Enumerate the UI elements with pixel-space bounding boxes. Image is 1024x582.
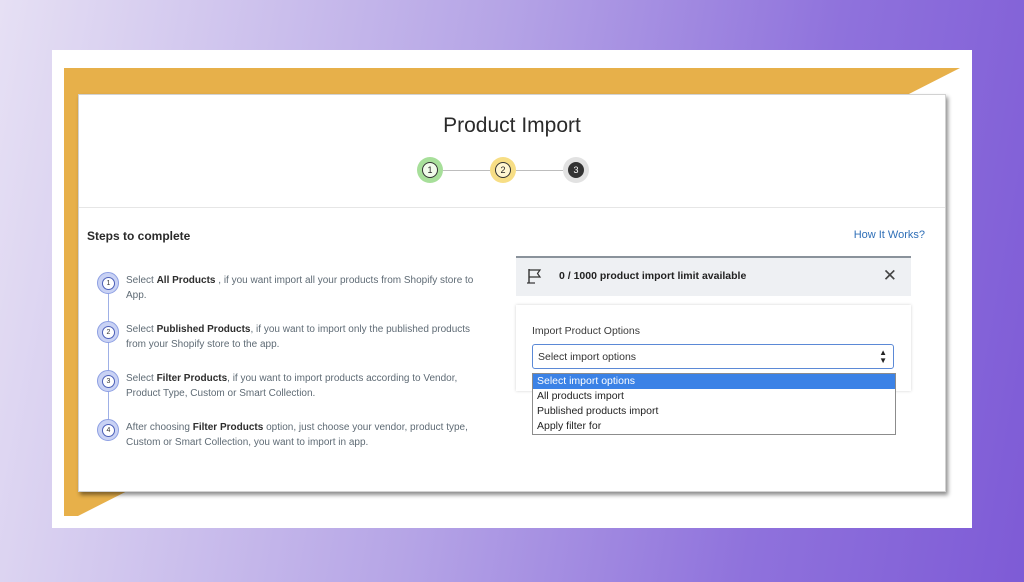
step-number-badge: 3 (97, 370, 119, 392)
dropdown-option[interactable]: Apply filter for (533, 419, 895, 434)
import-options-label: Import Product Options (532, 325, 640, 337)
stepper-step-2[interactable]: 2 (490, 157, 516, 183)
header-divider (79, 207, 945, 208)
page-title: Product Import (443, 114, 581, 137)
step-number-badge: 4 (97, 419, 119, 441)
step-text: Select All Products , if you want import… (126, 275, 474, 301)
step-text: Select Published Products, if you want t… (126, 324, 471, 350)
stepper-connector (443, 170, 490, 171)
steps-timeline-line (108, 285, 109, 435)
how-it-works-link[interactable]: How It Works? (854, 229, 925, 241)
step-number: 3 (568, 162, 584, 178)
stepper-connector (516, 170, 563, 171)
dropdown-option[interactable]: Select import options (533, 374, 895, 389)
stepper-step-3[interactable]: 3 (563, 157, 589, 183)
dropdown-option[interactable]: Published products import (533, 404, 895, 419)
step-number: 1 (422, 162, 438, 178)
screenshot-frame: Product Import 1 2 3 Steps to complete H… (52, 50, 972, 528)
stepper: 1 2 3 (417, 157, 593, 185)
step-text: After choosing Filter Products option, j… (126, 422, 468, 448)
stepper-step-1[interactable]: 1 (417, 157, 443, 183)
step-number-badge: 1 (97, 272, 119, 294)
dropdown-option[interactable]: All products import (533, 389, 895, 404)
import-limit-banner: 0 / 1000 product import limit available … (516, 256, 911, 296)
import-limit-text: 0 / 1000 product import limit available (559, 270, 747, 282)
flag-icon (527, 269, 542, 284)
select-arrows-icon: ▲ ▼ (879, 348, 887, 365)
steps-title: Steps to complete (87, 229, 191, 243)
step-text: Select Filter Products, if you want to i… (126, 373, 458, 399)
select-value: Select import options (538, 351, 637, 363)
import-options-dropdown: Select import options All products impor… (532, 373, 896, 435)
step-number: 2 (495, 162, 511, 178)
import-options-select[interactable]: Select import options ▲ ▼ (532, 344, 894, 369)
product-import-card: Product Import 1 2 3 Steps to complete H… (78, 94, 946, 492)
close-icon[interactable]: ✕ (883, 266, 897, 286)
step-number-badge: 2 (97, 321, 119, 343)
